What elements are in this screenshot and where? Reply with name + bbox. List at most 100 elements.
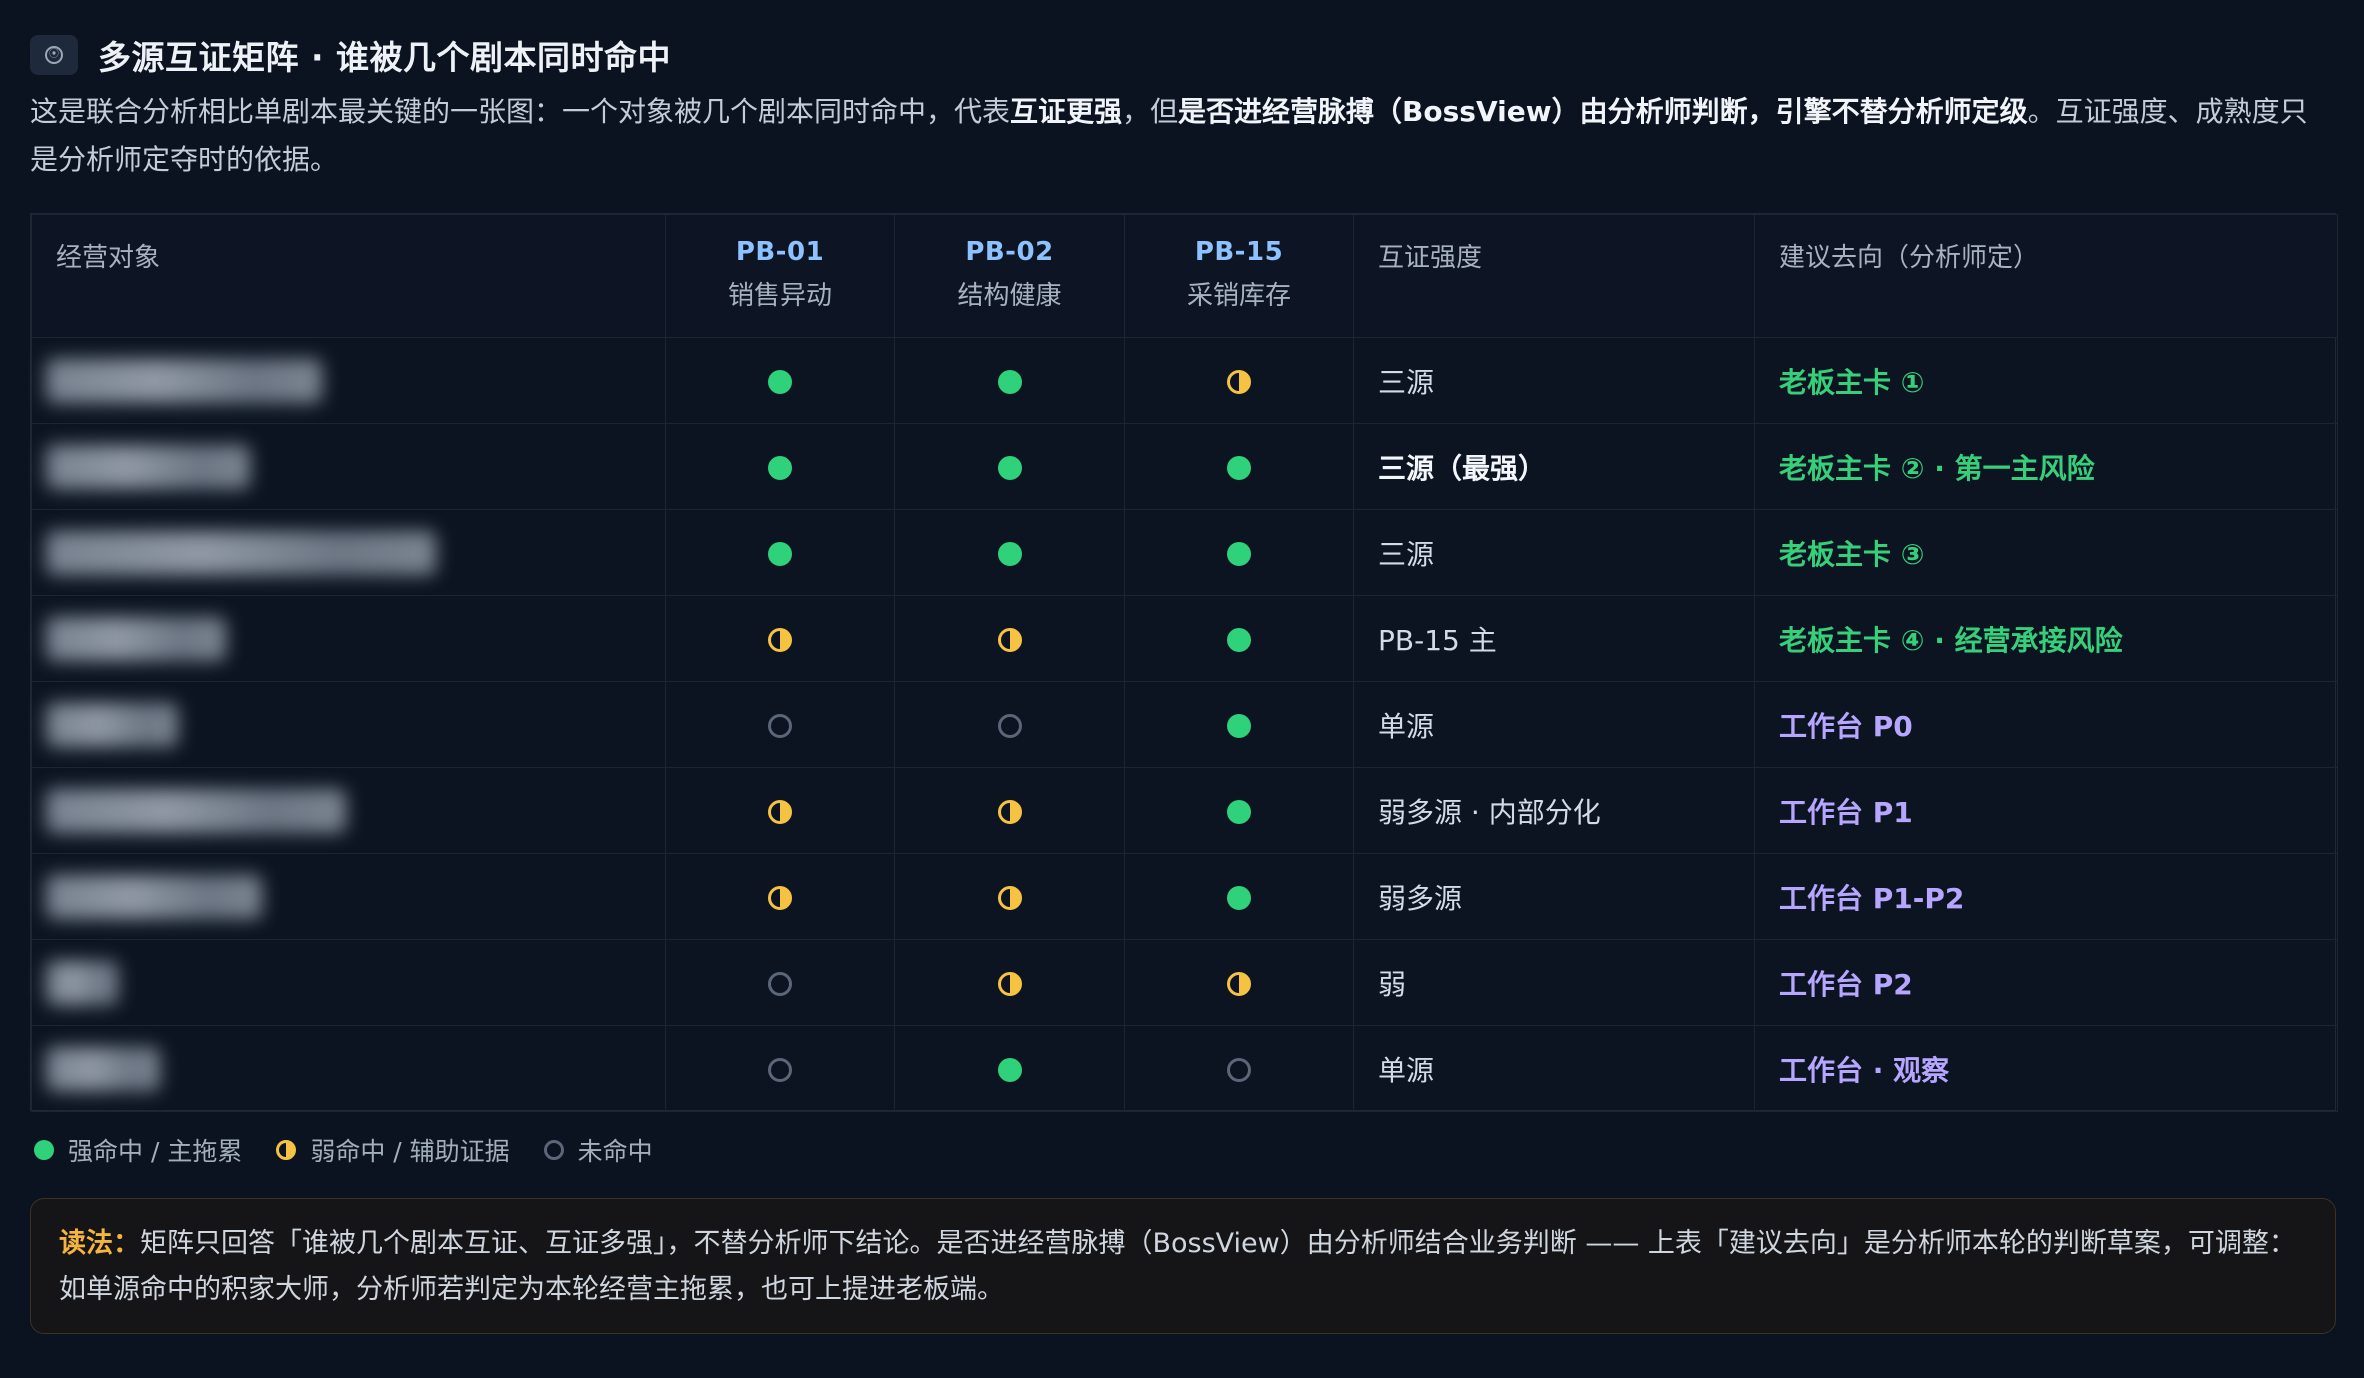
weak-hit-dot-icon bbox=[768, 886, 792, 910]
legend: 强命中 / 主拖累 弱命中 / 辅助证据 未命中 bbox=[34, 1132, 687, 1168]
strong-hit-dot-icon bbox=[768, 370, 792, 394]
pb01-hit-cell bbox=[665, 423, 895, 510]
pb15-desc: 采销库存 bbox=[1186, 281, 1291, 311]
pb15-hit-cell bbox=[1124, 595, 1354, 682]
strength-cell: 单源 bbox=[1353, 1025, 1755, 1112]
pb15-hit-cell bbox=[1124, 939, 1354, 1026]
legend-label-weak: 弱命中 / 辅助证据 bbox=[310, 1137, 510, 1166]
pb02-hit-cell bbox=[894, 939, 1125, 1026]
pb02-hit-cell bbox=[894, 509, 1125, 596]
object-name-redacted bbox=[31, 1025, 666, 1112]
object-name-redacted bbox=[31, 767, 666, 854]
table-row: 单源 工作台 P0 bbox=[31, 681, 2338, 768]
pb01-hit-cell bbox=[665, 939, 895, 1026]
redacted-name-blur bbox=[46, 702, 178, 747]
pb15-hit-cell bbox=[1124, 509, 1354, 596]
recommendation-cell: 老板主卡 ④ · 经营承接风险 bbox=[1754, 595, 2338, 682]
pb15-hit-cell bbox=[1124, 767, 1354, 854]
redacted-name-blur bbox=[46, 960, 118, 1005]
recommendation-cell: 工作台 P1-P2 bbox=[1754, 853, 2338, 940]
intro-text: 这是联合分析相比单剧本最关键的一张图：一个对象被几个剧本同时命中，代表 bbox=[30, 95, 1011, 128]
table-row: PB-15 主老板主卡 ④ · 经营承接风险 bbox=[31, 595, 2338, 682]
pb01-code: PB-01 bbox=[735, 237, 825, 267]
pb02-hit-cell bbox=[894, 1025, 1125, 1112]
strong-hit-dot-icon bbox=[1227, 800, 1251, 824]
col-header-pb02: PB-02 结构健康 bbox=[894, 214, 1125, 338]
pb01-desc: 销售异动 bbox=[727, 281, 832, 311]
recommendation-cell: 工作台 P2 bbox=[1754, 939, 2338, 1026]
legend-item-miss: 未命中 bbox=[543, 1132, 653, 1168]
weak-hit-dot-icon bbox=[997, 628, 1022, 652]
intro-emphasis: 互证更强 bbox=[1010, 95, 1123, 128]
strength-cell: 单源 bbox=[1353, 681, 1755, 768]
strong-hit-dot-icon bbox=[997, 1058, 1022, 1082]
strength-cell: 三源 bbox=[1353, 337, 1755, 424]
pb02-hit-cell bbox=[894, 681, 1125, 768]
pb01-hit-cell bbox=[665, 853, 895, 940]
weak-hit-dot-icon bbox=[997, 886, 1022, 910]
weak-hit-dot-icon bbox=[768, 800, 792, 824]
col-header-object: 经营对象 bbox=[31, 214, 666, 338]
col-header-pb15: PB-15 采销库存 bbox=[1124, 214, 1354, 338]
pb15-hit-cell bbox=[1124, 681, 1354, 768]
strength-cell: 三源（最强） bbox=[1353, 423, 1755, 510]
table-row: 弱工作台 P2 bbox=[31, 939, 2338, 1026]
title-row: ⦿ 多源互证矩阵 · 谁被几个剧本同时命中 bbox=[30, 30, 671, 80]
matrix-page: ⦿ 多源互证矩阵 · 谁被几个剧本同时命中 这是联合分析相比单剧本最关键的一张图… bbox=[0, 0, 2364, 1378]
pb01-hit-cell bbox=[665, 1025, 895, 1112]
strong-hit-dot-icon bbox=[997, 542, 1022, 566]
table-row: 弱多源 · 内部分化 工作台 P1 bbox=[31, 767, 2338, 854]
reading-note: 读法：矩阵只回答「谁被几个剧本互证、互证多强」，不替分析师下结论。是否进经营脉搏… bbox=[30, 1198, 2336, 1334]
pb02-hit-cell bbox=[894, 423, 1125, 510]
weak-hit-dot-icon bbox=[1227, 972, 1251, 996]
note-lead: 读法： bbox=[59, 1228, 140, 1259]
object-name-redacted bbox=[31, 939, 666, 1026]
table-header-row: 经营对象 PB-01 销售异动 PB-02 结构健康 PB-15 采销库存 互证… bbox=[31, 214, 2338, 338]
weak-hit-dot-icon bbox=[997, 800, 1022, 824]
strong-hit-dot-icon bbox=[1227, 714, 1251, 738]
object-name-redacted bbox=[31, 337, 666, 424]
miss-dot-icon bbox=[543, 1140, 564, 1160]
recommendation-cell: 老板主卡 ② · 第一主风险 bbox=[1754, 423, 2338, 510]
pb02-hit-cell bbox=[894, 337, 1125, 424]
object-name-redacted bbox=[31, 595, 666, 682]
pb01-hit-cell bbox=[665, 595, 895, 682]
strong-hit-dot-icon bbox=[1227, 886, 1251, 910]
legend-label-miss: 未命中 bbox=[577, 1137, 653, 1166]
col-header-pb01: PB-01 销售异动 bbox=[665, 214, 895, 338]
pb15-code: PB-15 bbox=[1194, 237, 1284, 267]
table-row: 三源（最强） 老板主卡 ② · 第一主风险 bbox=[31, 423, 2338, 510]
miss-dot-icon bbox=[1227, 1058, 1251, 1082]
strong-hit-dot-icon bbox=[997, 370, 1022, 394]
object-name-redacted bbox=[31, 423, 666, 510]
pb02-code: PB-02 bbox=[965, 237, 1054, 267]
weak-hit-dot-icon bbox=[276, 1140, 297, 1160]
weak-hit-dot-icon bbox=[768, 628, 792, 652]
object-name-redacted bbox=[31, 681, 666, 768]
redacted-name-blur bbox=[46, 616, 226, 661]
col-header-strength: 互证强度 bbox=[1353, 214, 1755, 338]
recommendation-cell: 工作台 · 观察 bbox=[1754, 1025, 2338, 1112]
redacted-name-blur bbox=[46, 358, 322, 403]
pb02-hit-cell bbox=[894, 767, 1125, 854]
table-row: 三源 老板主卡 ③ bbox=[31, 509, 2338, 596]
pb15-hit-cell bbox=[1124, 337, 1354, 424]
weak-hit-dot-icon bbox=[997, 972, 1022, 996]
pb01-hit-cell bbox=[665, 767, 895, 854]
recommendation-cell: 工作台 P1 bbox=[1754, 767, 2338, 854]
pb01-hit-cell bbox=[665, 337, 895, 424]
weak-hit-dot-icon bbox=[1227, 370, 1251, 394]
miss-dot-icon bbox=[768, 972, 792, 996]
strong-hit-dot-icon bbox=[768, 456, 792, 480]
miss-dot-icon bbox=[768, 714, 792, 738]
strength-cell: PB-15 主 bbox=[1353, 595, 1755, 682]
legend-label-strong: 强命中 / 主拖累 bbox=[68, 1137, 243, 1166]
legend-item-weak: 弱命中 / 辅助证据 bbox=[276, 1132, 510, 1168]
redacted-name-blur bbox=[46, 444, 250, 489]
strength-cell: 弱 bbox=[1353, 939, 1755, 1026]
pb15-hit-cell bbox=[1124, 1025, 1354, 1112]
table-body: 三源 老板主卡 ① 三源（最强） 老板主卡 ② · 第一主风险 三源 老板主卡 ③ PB-1… bbox=[31, 337, 2338, 1112]
legend-item-strong: 强命中 / 主拖累 bbox=[34, 1132, 242, 1168]
intro-paragraph: 这是联合分析相比单剧本最关键的一张图：一个对象被几个剧本同时命中，代表互证更强，… bbox=[30, 88, 2330, 184]
strength-cell: 弱多源 · 内部分化 bbox=[1353, 767, 1755, 854]
